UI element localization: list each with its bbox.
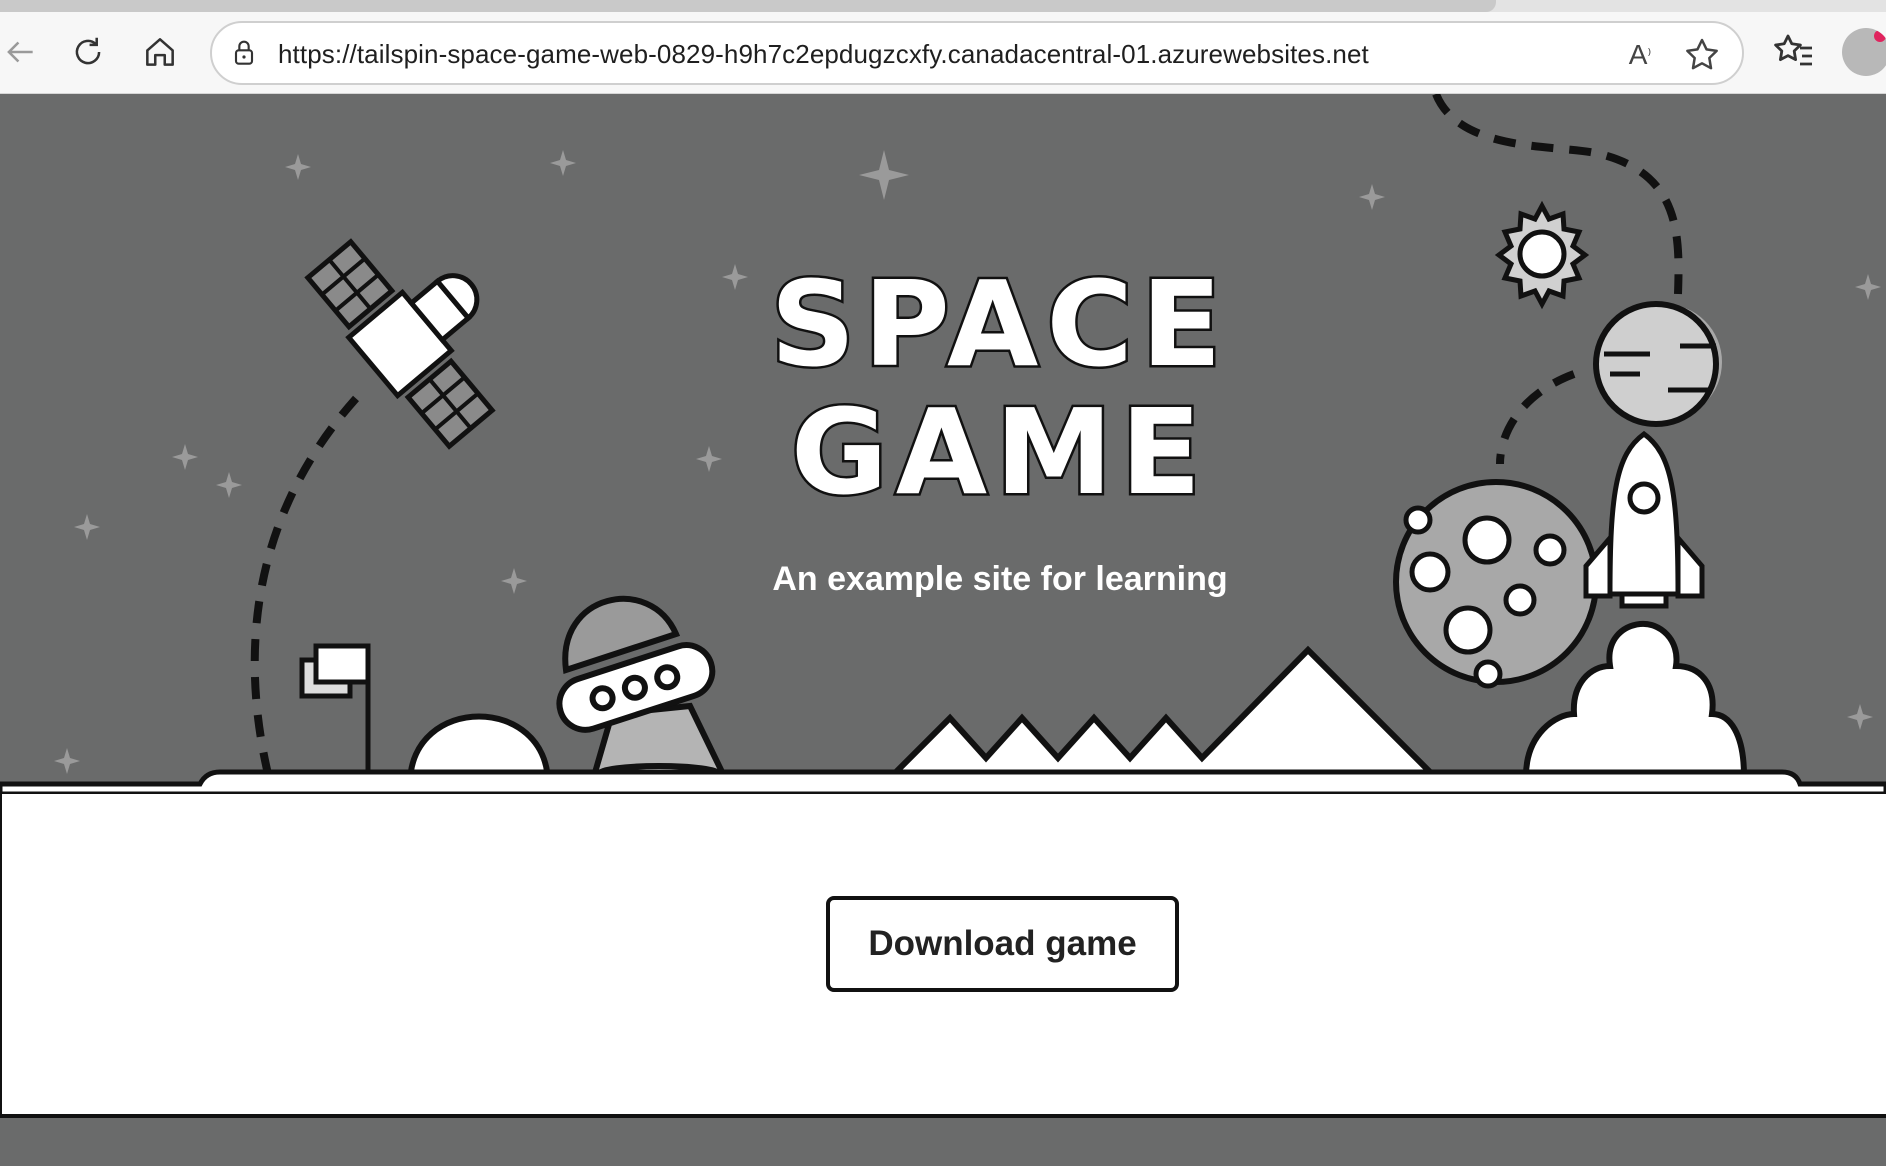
- rocket: [1583, 430, 1705, 609]
- satellite: [304, 238, 496, 450]
- notification-dot: [1874, 30, 1886, 42]
- satellite-trail: [250, 391, 363, 775]
- back-icon: [7, 41, 33, 63]
- browser-window: { "browser": { "url": "https://tailspin-…: [0, 0, 1886, 1166]
- favorite-star-icon[interactable]: [1682, 35, 1722, 75]
- mountains: [884, 645, 1442, 779]
- ufo: [556, 595, 729, 786]
- back-button[interactable]: [0, 22, 50, 82]
- favorites-icon[interactable]: [1770, 28, 1818, 76]
- hero-subtitle: An example site for learning: [772, 560, 1228, 598]
- lock-icon[interactable]: [228, 37, 260, 69]
- title-line-1: SPACE: [768, 255, 1230, 393]
- browser-toolbar: https://tailspin-space-game-web-0829-h9h…: [0, 0, 1886, 94]
- moon-trail: [1496, 370, 1576, 465]
- planet: [1593, 301, 1722, 427]
- url-text[interactable]: https://tailspin-space-game-web-0829-h9h…: [278, 39, 1369, 70]
- active-tab[interactable]: [0, 0, 1496, 12]
- page-title: SPACE GAME: [760, 255, 1240, 521]
- profile-avatar[interactable]: [1842, 28, 1886, 76]
- moon: [1393, 479, 1599, 689]
- sun: [1494, 200, 1590, 310]
- home-icon: [146, 38, 174, 66]
- tab-strip: [0, 0, 1886, 12]
- read-aloud-icon[interactable]: A ⁾: [1620, 35, 1660, 75]
- home-button[interactable]: [130, 22, 190, 82]
- address-bar[interactable]: https://tailspin-space-game-web-0829-h9h…: [210, 21, 1744, 85]
- ground-edge: [0, 769, 1886, 794]
- refresh-button[interactable]: [58, 22, 118, 82]
- download-game-button[interactable]: Download game: [826, 896, 1179, 992]
- title-line-2: GAME: [788, 383, 1210, 521]
- flag: [299, 643, 371, 774]
- hero-banner: SPACE GAME An example site for learning: [0, 94, 1886, 794]
- refresh-icon: [75, 37, 101, 65]
- footer-bar: [0, 1114, 1886, 1166]
